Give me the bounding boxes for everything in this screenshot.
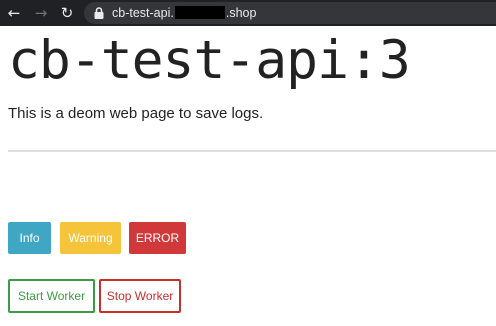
info-button[interactable]: Info xyxy=(8,222,51,254)
reload-icon[interactable]: ↻ xyxy=(59,4,75,22)
error-button[interactable]: ERROR xyxy=(129,222,186,254)
start-worker-button[interactable]: Start Worker xyxy=(8,279,95,313)
page-title: cb-test-api:3 xyxy=(8,30,411,91)
forward-arrow-icon[interactable]: → xyxy=(33,4,49,22)
stop-worker-button[interactable]: Stop Worker xyxy=(99,279,181,313)
url-suffix: .shop xyxy=(225,6,257,20)
warning-button[interactable]: Warning xyxy=(60,222,121,254)
address-bar[interactable]: cb-test-api. .shop xyxy=(84,2,496,24)
url-prefix: cb-test-api. xyxy=(112,6,174,20)
url-text: cb-test-api. .shop xyxy=(112,5,256,21)
redacted-domain xyxy=(174,6,225,19)
lock-icon xyxy=(94,7,104,19)
back-arrow-icon[interactable]: ← xyxy=(6,4,22,22)
divider xyxy=(8,150,496,152)
browser-toolbar: ← → ↻ cb-test-api. .shop xyxy=(0,0,496,26)
page-description: This is a deom web page to save logs. xyxy=(8,105,264,122)
